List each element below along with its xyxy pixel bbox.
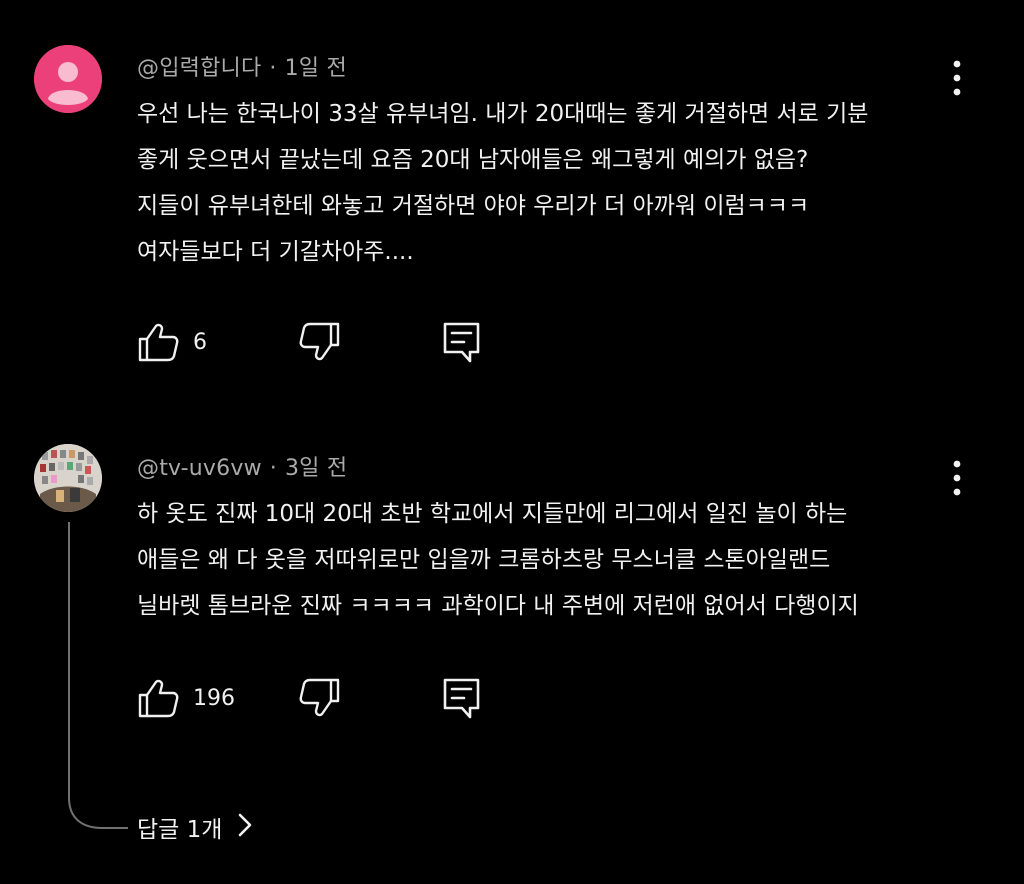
thumb-up-icon bbox=[138, 323, 179, 362]
chevron-right-icon bbox=[236, 811, 254, 851]
view-replies-button[interactable]: 답글 1개 bbox=[137, 810, 254, 850]
meta-separator: · bbox=[269, 456, 277, 481]
comment-header: @tv-uv6vw · 3일 전 bbox=[137, 450, 347, 482]
thread-connector-line bbox=[68, 522, 128, 829]
like-button[interactable] bbox=[137, 320, 181, 364]
person-icon bbox=[34, 45, 102, 113]
comment-time[interactable]: 1일 전 bbox=[285, 56, 347, 81]
like-count: 196 bbox=[193, 686, 235, 711]
comment-text-line: 좋게 웃으면서 끝났는데 요즘 20대 남자애들은 왜그렇게 예의가 없음? bbox=[137, 147, 809, 173]
like-button[interactable] bbox=[137, 676, 181, 720]
comment-text: 우선 나는 한국나이 33살 유부녀임. 내가 20대때는 좋게 거절하면 서로… bbox=[137, 91, 997, 275]
comment-text-line: 우선 나는 한국나이 33살 유부녀임. 내가 20대때는 좋게 거절하면 서로… bbox=[137, 101, 869, 127]
thumb-down-icon bbox=[299, 322, 340, 361]
thumb-up-icon bbox=[138, 679, 179, 718]
comment-text-line: 지들이 유부녀한테 와놓고 거절하면 야야 우리가 더 아까워 이럼ㅋㅋㅋ bbox=[137, 193, 810, 219]
dislike-button[interactable] bbox=[297, 676, 341, 720]
comment-text-line: 닐바렛 톰브라운 진짜 ㅋㅋㅋㅋ 과학이다 내 주변에 저런애 없어서 다행이지 bbox=[137, 593, 859, 619]
author-handle[interactable]: @tv-uv6vw bbox=[137, 456, 262, 481]
thumb-down-icon bbox=[299, 678, 340, 717]
comment-text-line: 여자들보다 더 기갈차아주.... bbox=[137, 239, 414, 265]
meta-separator: · bbox=[269, 56, 277, 81]
avatar[interactable] bbox=[34, 444, 102, 512]
comment-text: 하 옷도 진짜 10대 20대 초반 학교에서 지들만에 리그에서 일진 놀이 … bbox=[137, 491, 997, 629]
comment-reply-icon bbox=[443, 678, 480, 719]
author-handle[interactable]: @입력합니다 bbox=[137, 56, 261, 81]
replies-label: 답글 1개 bbox=[137, 817, 223, 843]
like-count: 6 bbox=[193, 330, 207, 355]
comment-text-line: 애들은 왜 다 옷을 저따위로만 입을까 크롬하츠랑 무스너클 스톤아일랜드 bbox=[137, 547, 831, 573]
comment-header: @입력합니다 · 1일 전 bbox=[137, 50, 347, 82]
comment-text-line: 하 옷도 진짜 10대 20대 초반 학교에서 지들만에 리그에서 일진 놀이 … bbox=[137, 501, 848, 527]
avatar[interactable] bbox=[34, 45, 102, 113]
dislike-button[interactable] bbox=[297, 320, 341, 364]
reply-button[interactable] bbox=[440, 676, 484, 720]
reply-button[interactable] bbox=[440, 320, 484, 364]
comment-time[interactable]: 3일 전 bbox=[285, 456, 347, 481]
comment-reply-icon bbox=[443, 322, 480, 363]
profile-photo-icon bbox=[34, 444, 102, 512]
comments-section: @입력합니다 · 1일 전 우선 나는 한국나이 33살 유부녀임. 내가 20대때… bbox=[0, 0, 1024, 884]
